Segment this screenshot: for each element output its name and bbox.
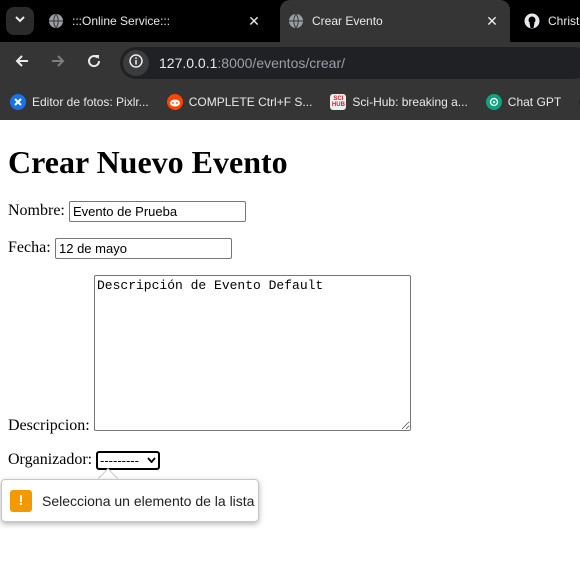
bookmark-label: Chat GPT [507, 95, 562, 109]
validation-tooltip: ! Selecciona un elemento de la lista [1, 479, 259, 522]
tab-title: Christo [548, 14, 580, 28]
fecha-label: Fecha: [8, 239, 51, 256]
site-info-button[interactable] [123, 50, 149, 76]
nombre-input[interactable] [69, 201, 246, 222]
bookmark-scihub[interactable]: SCI HUB Sci-Hub: breaking a... [330, 94, 468, 110]
bookmark-label: Sci-Hub: breaking a... [352, 95, 468, 109]
bookmarks-bar: Editor de fotos: Pixlr... COMPLETE Ctrl+… [0, 84, 580, 120]
address-bar[interactable]: 127.0.0.1:8000/eventos/crear/ [120, 47, 580, 79]
fecha-input[interactable] [55, 238, 232, 259]
chevron-down-icon [14, 12, 26, 30]
chevron-down-icon [147, 455, 156, 466]
tab-crear-evento[interactable]: Crear Evento ✕ [280, 0, 510, 42]
tab-search-button[interactable] [6, 7, 34, 35]
github-icon [524, 13, 540, 29]
page-title: Crear Nuevo Evento [8, 144, 288, 180]
close-icon[interactable]: ✕ [482, 11, 502, 31]
url-text: 127.0.0.1:8000/eventos/crear/ [159, 55, 345, 71]
organizador-selected-value: --------- [100, 453, 139, 468]
tab-title: Crear Evento [312, 14, 383, 28]
arrow-right-icon [50, 53, 66, 74]
bookmark-label: Editor de fotos: Pixlr... [32, 95, 149, 109]
info-icon [129, 53, 143, 73]
scihub-icon: SCI HUB [330, 94, 347, 110]
reload-icon [86, 53, 102, 74]
pixlr-icon [10, 94, 26, 110]
forward-button[interactable] [46, 51, 70, 75]
bookmark-chatgpt[interactable]: Chat GPT [485, 94, 562, 110]
back-button[interactable] [10, 51, 34, 75]
descripcion-textarea[interactable]: Descripción de Evento Default [94, 275, 411, 431]
globe-icon [48, 13, 64, 29]
descripcion-label: Descripcion: [8, 417, 90, 434]
validation-message: Selecciona un elemento de la lista [42, 492, 255, 509]
tab-christo[interactable]: Christo [516, 0, 580, 42]
page-content: Crear Nuevo Evento Nombre: Fecha: Descri… [0, 120, 580, 579]
url-host: 127.0.0.1 [159, 55, 218, 71]
globe-icon [288, 13, 304, 29]
url-path: :8000/eventos/crear/ [217, 55, 346, 71]
organizador-select[interactable]: --------- [96, 451, 160, 470]
tab-title: :::Online Service::: [72, 14, 171, 28]
bookmark-pixlr[interactable]: Editor de fotos: Pixlr... [10, 94, 149, 110]
nombre-label: Nombre: [8, 202, 65, 219]
arrow-left-icon [14, 53, 30, 74]
chatgpt-icon [485, 94, 502, 110]
tab-strip: :::Online Service::: ✕ Crear Evento ✕ Ch… [0, 0, 580, 42]
bookmark-label: COMPLETE Ctrl+F S... [188, 95, 313, 109]
bookmark-reddit[interactable]: COMPLETE Ctrl+F S... [166, 94, 313, 110]
reload-button[interactable] [82, 51, 106, 75]
warning-icon: ! [10, 489, 32, 512]
close-icon[interactable]: ✕ [244, 11, 264, 31]
organizador-label: Organizador: [8, 451, 93, 468]
tab-online-service[interactable]: :::Online Service::: ✕ [40, 0, 272, 42]
reddit-icon [166, 94, 183, 110]
browser-toolbar: 127.0.0.1:8000/eventos/crear/ [0, 42, 580, 84]
